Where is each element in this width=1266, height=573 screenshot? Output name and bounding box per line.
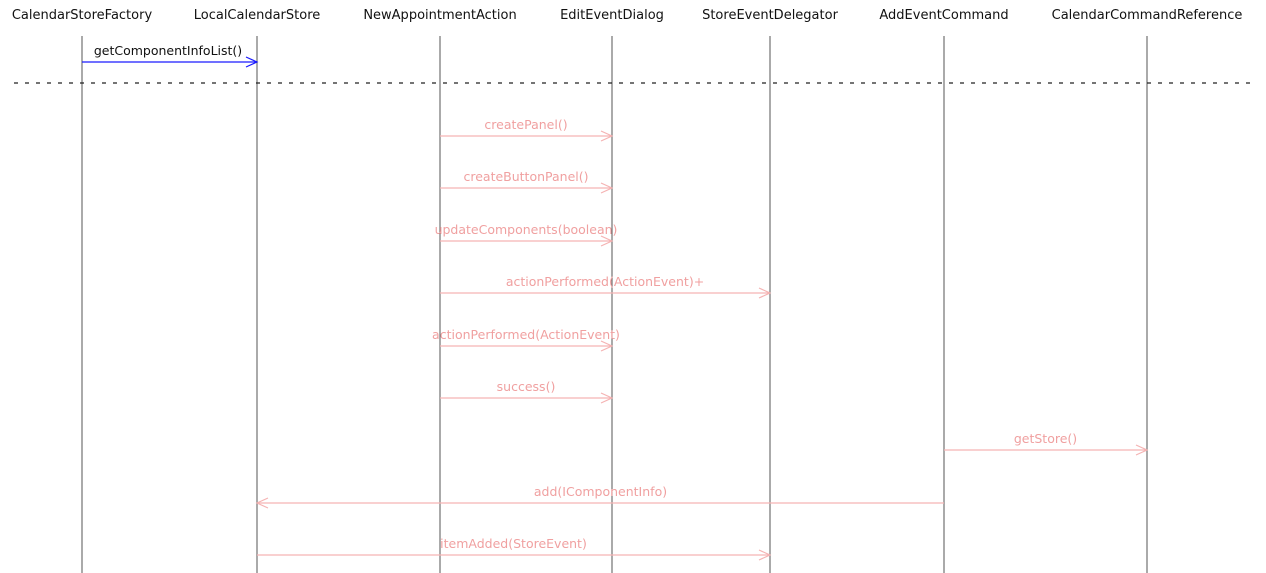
message-label: getStore() [1013, 431, 1078, 446]
message-label: updateComponents(boolean) [434, 222, 618, 237]
message-label: itemAdded(StoreEvent) [440, 536, 587, 551]
message-arrow[interactable] [440, 235, 614, 247]
lifeline-label-ccr: CalendarCommandReference [1051, 8, 1243, 23]
message-arrow[interactable] [440, 287, 772, 299]
message-arrow[interactable] [440, 182, 614, 194]
lifeline-label-eed: EditEventDialog [560, 8, 664, 23]
message-arrow[interactable] [82, 56, 259, 68]
message-arrow[interactable] [440, 392, 614, 404]
lifeline-label-csf: CalendarStoreFactory [11, 8, 153, 23]
message-label: actionPerformed(ActionEvent)+ [505, 274, 705, 289]
message-label: createButtonPanel() [463, 169, 589, 184]
message-arrow[interactable] [257, 549, 772, 561]
message-label: getComponentInfoList() [93, 43, 243, 58]
lifeline-label-sed: StoreEventDelegator [702, 8, 838, 23]
message-label: actionPerformed(ActionEvent) [432, 327, 620, 342]
message-label: success() [496, 379, 556, 394]
message-label: add(IComponentInfo) [533, 484, 668, 499]
message-arrow[interactable] [944, 444, 1149, 456]
lifeline-label-lcs: LocalCalendarStore [193, 8, 321, 23]
lifeline-label-naa: NewAppointmentAction [363, 8, 517, 23]
lifeline-label-aec: AddEventCommand [879, 8, 1009, 23]
message-arrow[interactable] [440, 130, 614, 142]
message-label: createPanel() [484, 117, 568, 132]
message-arrow[interactable] [440, 340, 614, 352]
message-arrow[interactable] [255, 497, 944, 509]
sequence-diagram: CalendarStoreFactory LocalCalendarStore Ne… [0, 0, 1266, 573]
